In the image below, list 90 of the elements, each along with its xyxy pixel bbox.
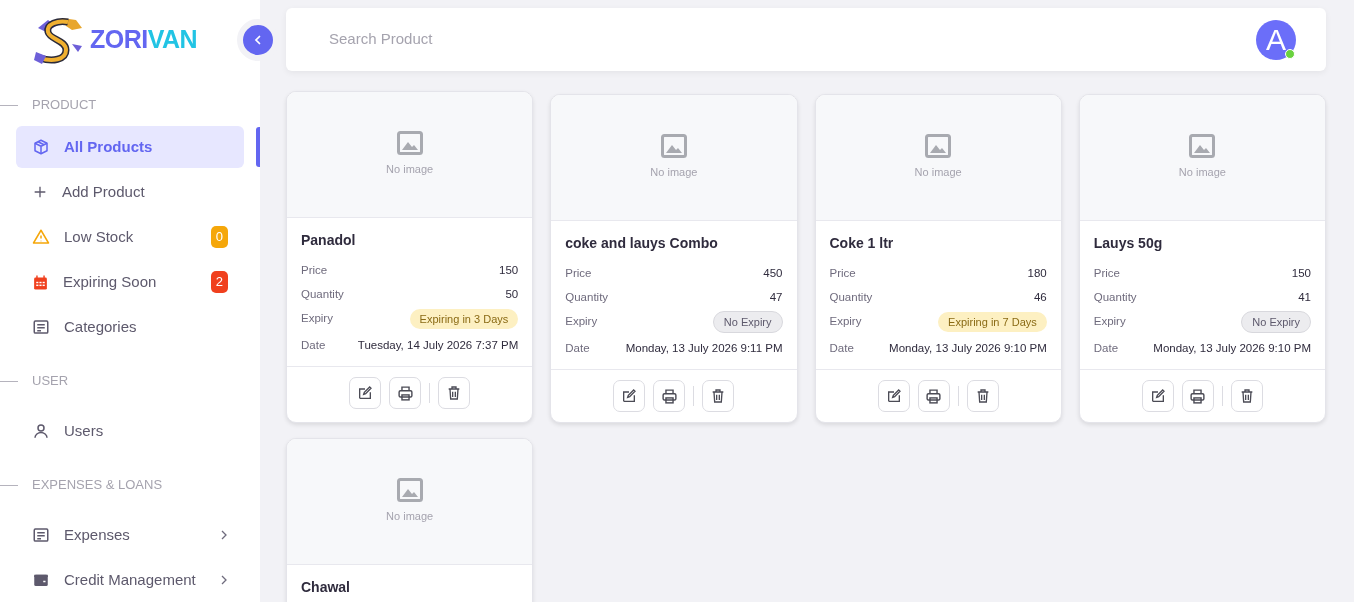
delete-button[interactable] [966, 380, 999, 412]
list-icon [32, 318, 50, 336]
sidebar-item[interactable]: Expenses [16, 514, 244, 556]
field-value: Monday, 13 July 2026 9:10 PM [1153, 341, 1311, 357]
printer-icon [396, 384, 414, 402]
product-name: Lauys 50g [1093, 234, 1164, 253]
expiry-badge: No Expiry [1241, 310, 1311, 334]
image-icon [396, 131, 423, 156]
field-label: Date [565, 341, 590, 357]
brand-name: ZORIVAN [90, 24, 198, 56]
delete-button[interactable] [438, 377, 471, 409]
no-image-text: No image [914, 165, 962, 181]
product-name: Coke 1 ltr [829, 234, 895, 253]
field-label: Date [829, 341, 854, 357]
printer-icon [660, 387, 678, 405]
field-value: Tuesday, 14 July 2026 7:37 PM [357, 338, 519, 354]
field-label: Expiry [829, 314, 862, 330]
no-image-text: No image [386, 162, 434, 178]
field-label: Date [301, 338, 326, 354]
field-label: Quantity [829, 290, 873, 306]
sidebar-item[interactable]: Categories [16, 306, 244, 348]
product-name: Panadol [301, 231, 357, 250]
field-label: Price [301, 263, 328, 279]
field-value: 50 [505, 287, 519, 303]
no-image-text: No image [1178, 165, 1226, 181]
field-value: 46 [1033, 290, 1047, 306]
field-label: Expiry [565, 314, 598, 330]
no-image-text: No image [386, 509, 434, 525]
field-value: 150 [1291, 266, 1311, 282]
printer-icon [1189, 387, 1207, 405]
field-label: Expiry [1093, 314, 1126, 330]
image-icon [660, 134, 687, 159]
field-label: Expiry [301, 311, 333, 327]
count-badge: 2 [210, 271, 228, 293]
delete-button[interactable] [702, 380, 735, 412]
edit-button[interactable] [613, 380, 646, 412]
active-indicator [256, 127, 260, 167]
field-label: Price [1093, 266, 1120, 282]
calendar-icon [32, 273, 49, 291]
field-label: Quantity [301, 287, 344, 303]
field-value: 450 [763, 266, 783, 282]
user-avatar[interactable]: A [1256, 19, 1296, 60]
edit-icon [621, 388, 638, 404]
field-label: Quantity [1093, 290, 1137, 306]
section-heading: PRODUCT [32, 96, 97, 115]
plus-icon [32, 184, 48, 200]
product-name: coke and lauys Combo [565, 234, 719, 253]
no-image-text: No image [650, 165, 698, 181]
field-label: Price [565, 266, 592, 282]
edit-button[interactable] [349, 377, 382, 409]
field-value: Monday, 13 July 2026 9:10 PM [889, 341, 1047, 357]
sidebar-item[interactable]: Credit Management [16, 559, 244, 601]
printer-icon [925, 387, 943, 405]
sidebar-item[interactable]: Add Product [16, 171, 244, 213]
print-button[interactable] [389, 377, 422, 409]
edit-icon [885, 388, 902, 404]
box-icon [32, 138, 50, 156]
section-heading: EXPENSES & LOANS [32, 476, 163, 495]
warning-icon [32, 228, 50, 246]
user-icon [32, 422, 50, 440]
field-value: 150 [499, 263, 519, 279]
field-value: 41 [1298, 290, 1311, 306]
print-button[interactable] [917, 380, 950, 412]
sidebar-item[interactable]: Low Stock 0 [16, 216, 244, 258]
print-button[interactable] [1181, 380, 1214, 412]
field-label: Date [1093, 341, 1119, 357]
edit-icon [357, 385, 374, 401]
image-icon [1189, 134, 1216, 159]
field-label: Quantity [565, 290, 609, 306]
sidebar-item[interactable]: All Products [16, 126, 244, 168]
print-button[interactable] [653, 380, 686, 412]
section-heading: USER [32, 372, 69, 391]
image-icon [396, 478, 423, 503]
field-label: Price [829, 266, 856, 282]
product-name: Chawal [301, 578, 351, 597]
sidebar-item[interactable]: Expiring Soon 2 [16, 261, 244, 303]
delete-button[interactable] [1230, 380, 1263, 412]
edit-button[interactable] [1141, 380, 1174, 412]
count-badge: 0 [210, 226, 228, 248]
field-value: Monday, 13 July 2026 9:11 PM [625, 341, 783, 357]
edit-button[interactable] [877, 380, 910, 412]
field-value: 180 [1027, 266, 1047, 282]
sidebar-item[interactable]: Users [16, 410, 244, 452]
image-icon [925, 134, 952, 159]
expiry-badge: Expiring in 7 Days [938, 311, 1047, 333]
expiry-badge: No Expiry [712, 310, 783, 334]
field-value: 47 [769, 290, 783, 306]
edit-icon [1149, 388, 1166, 404]
list-icon [32, 526, 50, 544]
expiry-badge: Expiring in 3 Days [409, 308, 519, 330]
